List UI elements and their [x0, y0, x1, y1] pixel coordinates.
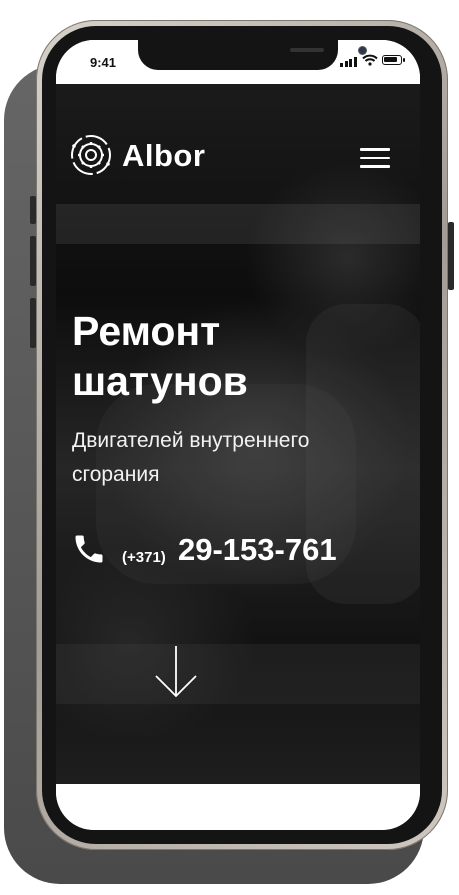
phone-code[interactable]: (+371) [122, 549, 166, 566]
battery-icon [382, 55, 405, 65]
phone-screen: 9:41 Albor Ремонт шатунов Двигателей вну… [56, 40, 420, 830]
hero-subtitle-line: сгорания [72, 463, 160, 486]
signal-icon [340, 57, 357, 67]
hero-title: Ремонт шатунов [72, 306, 392, 406]
status-time: 9:41 [90, 55, 117, 70]
speaker [290, 48, 324, 52]
hero-subtitle: Двигателей внутреннего сгорания [72, 424, 392, 492]
volume-down-button [30, 298, 36, 348]
hamburger-menu-icon[interactable] [360, 148, 390, 174]
gear-circuit-icon[interactable] [70, 134, 112, 176]
status-bar: 9:41 [56, 40, 420, 84]
brand-name[interactable]: Albor [122, 138, 205, 174]
next-section [56, 784, 420, 830]
hero-title-line: Ремонт [72, 308, 221, 354]
hero-subtitle-line: Двигателей внутреннего [72, 429, 310, 452]
phone-number[interactable]: 29-153-761 [178, 532, 337, 568]
hero-title-line: шатунов [72, 358, 248, 404]
engine-texture [56, 644, 420, 704]
engine-texture [56, 204, 420, 244]
notch [138, 40, 367, 70]
wifi-icon [362, 54, 378, 66]
phone-icon[interactable] [71, 531, 107, 567]
arrow-down-icon[interactable] [154, 644, 198, 700]
side-button [30, 196, 36, 224]
hero-section: Albor Ремонт шатунов Двигателей внутренн… [56, 84, 420, 784]
power-button [448, 222, 454, 290]
volume-up-button [30, 236, 36, 286]
